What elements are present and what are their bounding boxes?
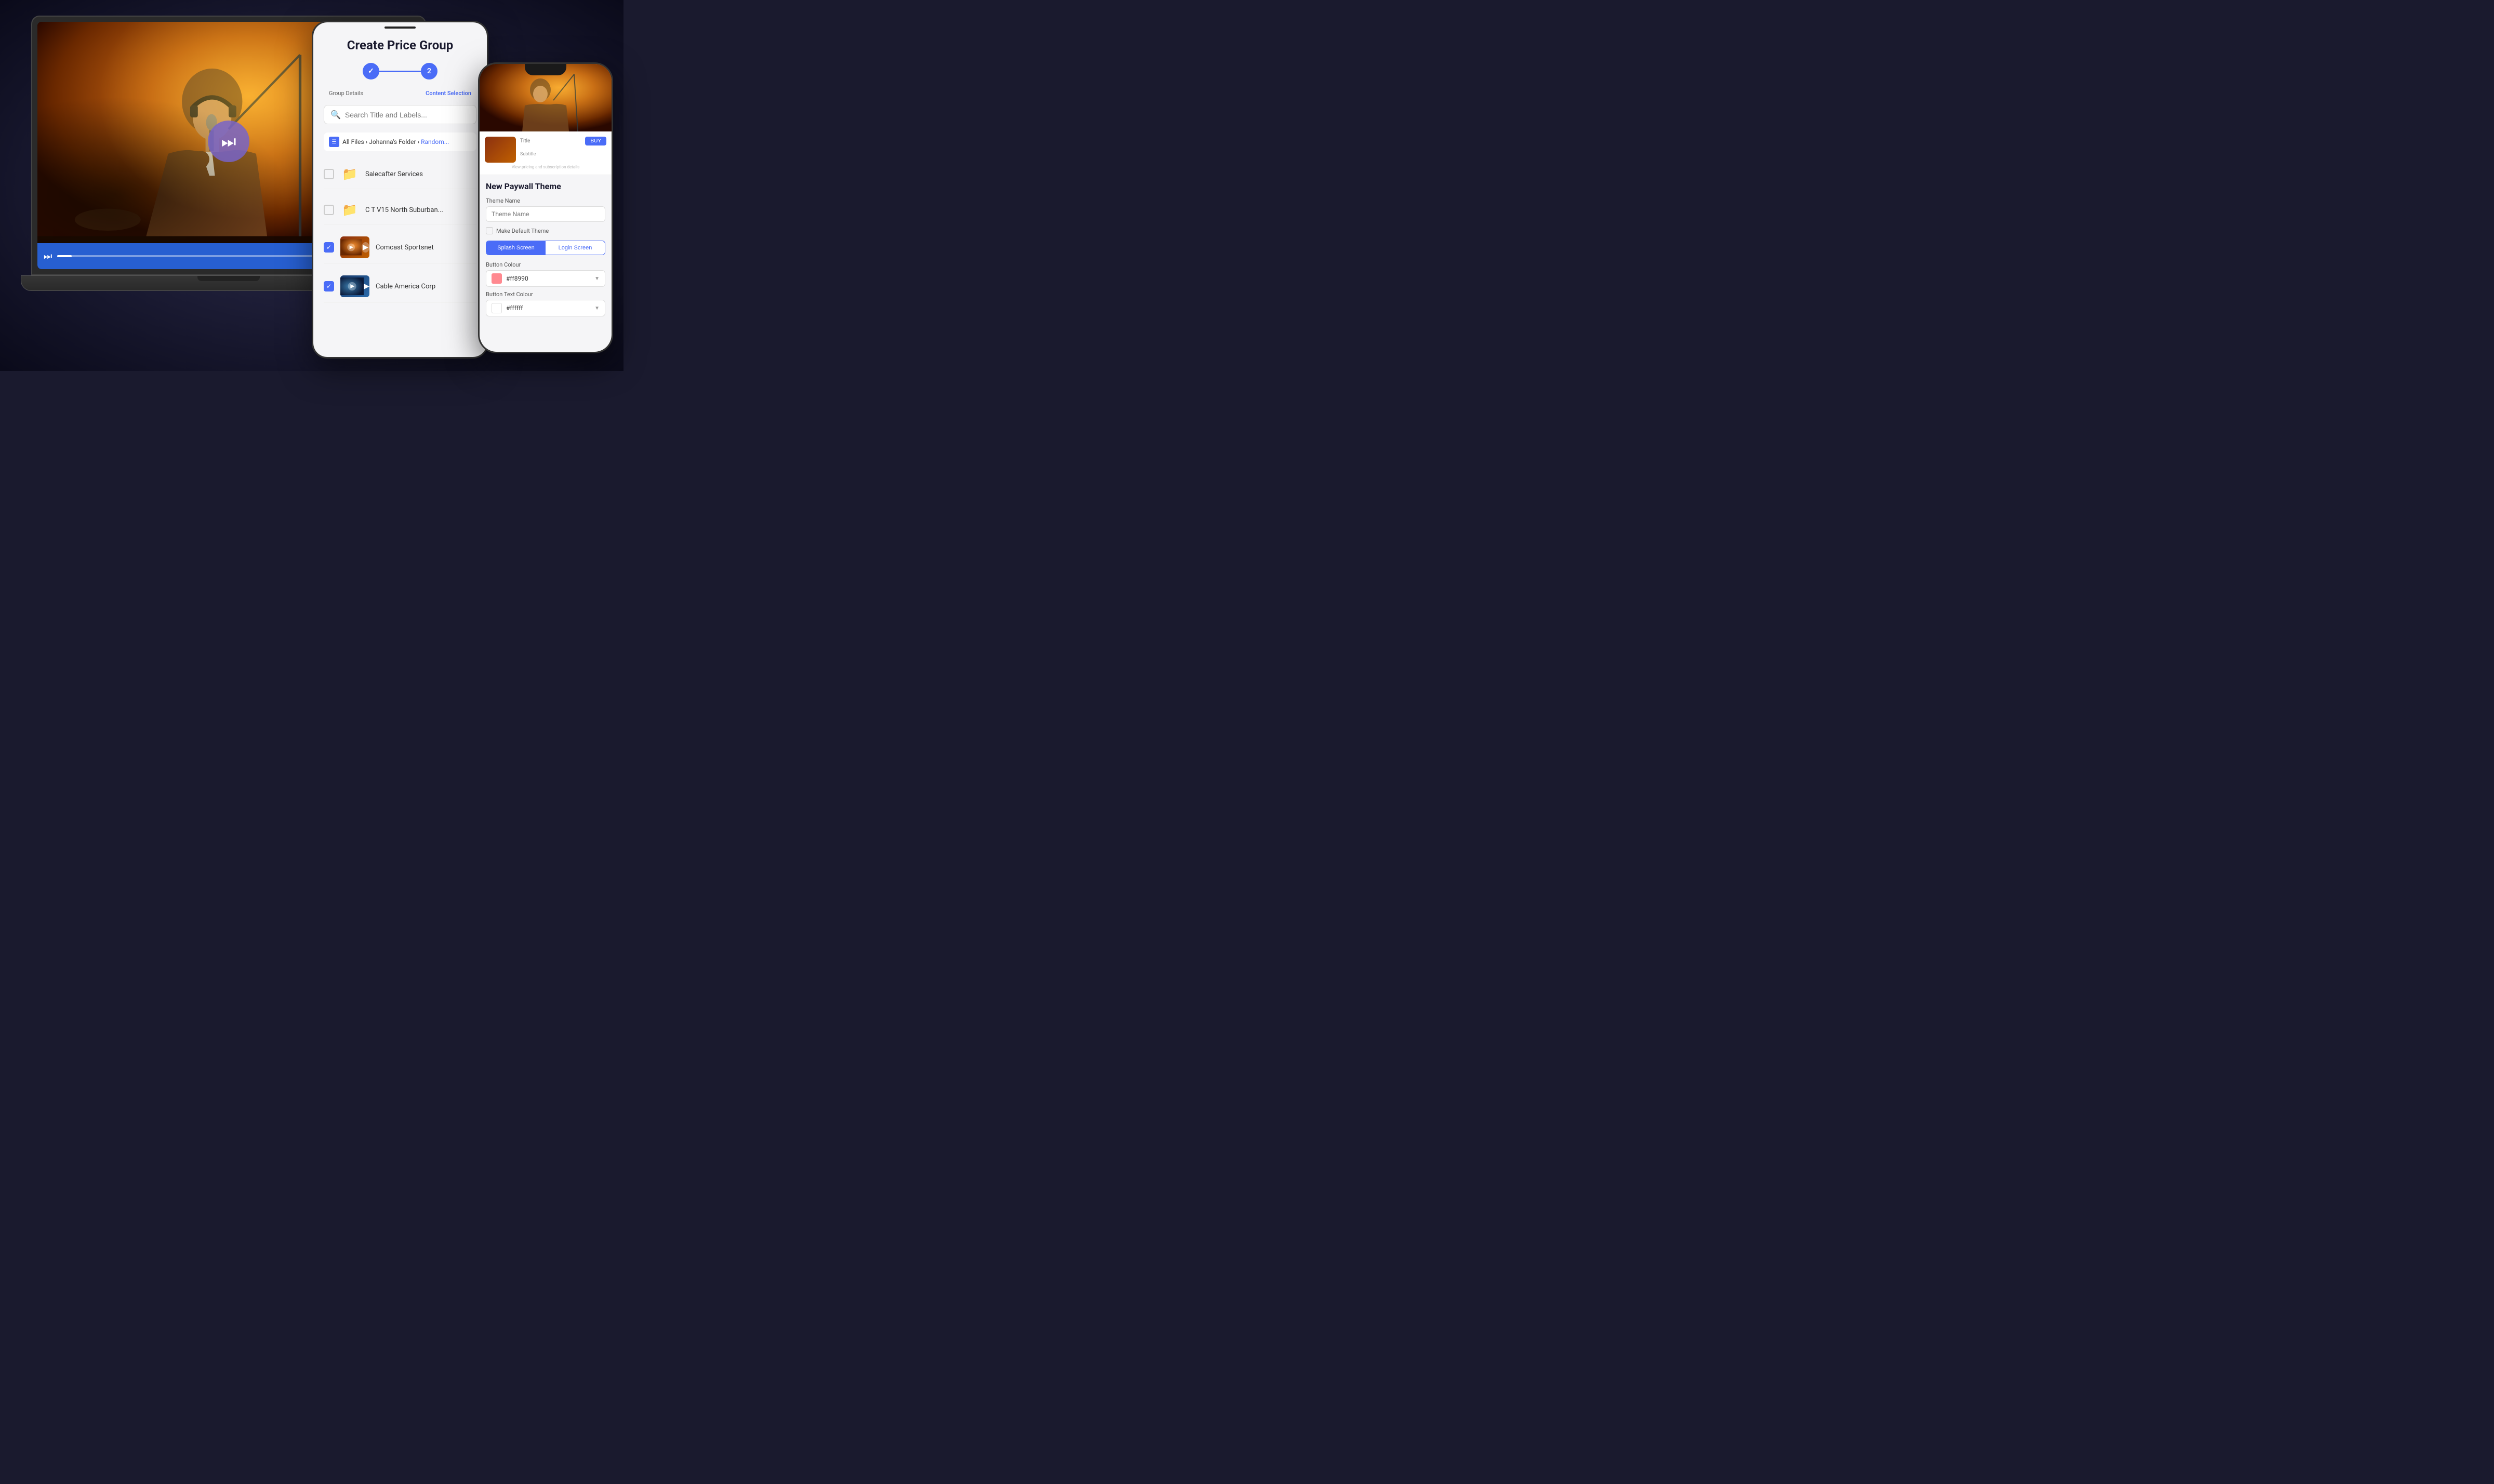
- phone-screen: Title BUY Subtitle View pricing and subs…: [480, 64, 612, 352]
- default-theme-checkbox[interactable]: [486, 227, 493, 234]
- button-colour-arrow: ▼: [594, 276, 600, 282]
- paywall-fine-print: View pricing and subscription details: [485, 165, 606, 169]
- paywall-buy-button[interactable]: BUY: [585, 137, 606, 145]
- phone-form: New Paywall Theme Theme Name Make Defaul…: [480, 175, 612, 327]
- file-list: 📁 Salecafter Services 📁 C T V15 North Su…: [324, 160, 476, 303]
- paywall-card-inner: Title BUY Subtitle: [485, 137, 606, 163]
- button-text-colour-swatch: [492, 303, 502, 313]
- paywall-title-label: Title: [520, 138, 530, 144]
- tab-buttons: Splash Screen Login Screen: [486, 241, 605, 255]
- search-icon: 🔍: [330, 110, 341, 120]
- tablet-title: Create Price Group: [324, 38, 476, 52]
- button-colour-value: #ff8990: [506, 275, 590, 282]
- file-checkbox-1[interactable]: [324, 169, 334, 179]
- tablet-camera: [384, 27, 416, 29]
- file-checkbox-3[interactable]: [324, 242, 334, 253]
- laptop-notch: [197, 276, 260, 281]
- button-text-colour-label: Button Text Colour: [486, 291, 605, 298]
- folder-icon-1: 📁: [340, 165, 359, 183]
- progress-fill: [57, 255, 72, 257]
- folder-icon-2: 📁: [340, 201, 359, 219]
- theme-name-label: Theme Name: [486, 197, 605, 204]
- steps-container: ✓ 2: [324, 63, 476, 80]
- file-name-2: C T V15 North Suburban...: [365, 206, 476, 214]
- theme-name-input[interactable]: [486, 206, 605, 222]
- search-bar[interactable]: 🔍: [324, 105, 476, 124]
- steps-labels: Group Details Content Selection: [324, 90, 476, 97]
- search-input[interactable]: [345, 111, 470, 119]
- phone-notch: [525, 64, 566, 75]
- phone: Title BUY Subtitle View pricing and subs…: [478, 62, 613, 353]
- file-thumb-4: [340, 275, 369, 297]
- paywall-subtitle: Subtitle: [520, 152, 536, 157]
- splash-screen-tab[interactable]: Splash Screen: [486, 241, 546, 255]
- tablet-screen: Create Price Group ✓ 2 Group Details Con…: [313, 22, 487, 357]
- paywall-card: Title BUY Subtitle View pricing and subs…: [480, 131, 612, 175]
- step-2-label: Content Selection: [426, 90, 471, 97]
- breadcrumb-text: All Files › Johanna's Folder › Random...: [342, 138, 449, 145]
- progress-bar[interactable]: [57, 255, 347, 257]
- next-button[interactable]: ⏭: [44, 251, 52, 262]
- button-text-colour-select[interactable]: #ffffff ▼: [486, 300, 605, 316]
- file-item-1[interactable]: 📁 Salecafter Services: [324, 160, 476, 189]
- paywall-thumb: [485, 137, 516, 163]
- paywall-title-row: Title BUY: [520, 137, 606, 145]
- breadcrumb: All Files › Johanna's Folder › Random...: [324, 132, 476, 151]
- tablet: Create Price Group ✓ 2 Group Details Con…: [312, 21, 488, 359]
- file-item-4[interactable]: Cable America Corp: [324, 270, 476, 303]
- step-2-circle: 2: [421, 63, 437, 80]
- step-1-label: Group Details: [329, 90, 363, 97]
- button-colour-label: Button Colour: [486, 261, 605, 268]
- button-colour-swatch: [492, 273, 502, 284]
- file-name-3: Comcast Sportsnet: [376, 244, 476, 251]
- breadcrumb-icon: [329, 137, 339, 147]
- scene: ⏭ 0:15 🔊 ⏪ ⋮ Create Price Group: [0, 0, 624, 371]
- file-name-4: Cable America Corp: [376, 283, 476, 290]
- file-item-2[interactable]: 📁 C T V15 North Suburban...: [324, 195, 476, 225]
- button-text-colour-arrow: ▼: [594, 306, 600, 311]
- tablet-content: Create Price Group ✓ 2 Group Details Con…: [313, 22, 487, 313]
- play-button[interactable]: [208, 121, 249, 162]
- phone-section-title: New Paywall Theme: [486, 181, 605, 191]
- file-checkbox-4[interactable]: [324, 281, 334, 292]
- login-screen-tab[interactable]: Login Screen: [546, 241, 605, 255]
- button-colour-select[interactable]: #ff8990 ▼: [486, 270, 605, 287]
- paywall-info: Title BUY Subtitle: [520, 137, 606, 157]
- default-theme-row[interactable]: Make Default Theme: [486, 227, 605, 234]
- step-1-circle: ✓: [363, 63, 379, 80]
- file-item-3[interactable]: Comcast Sportsnet: [324, 231, 476, 264]
- file-name-1: Salecafter Services: [365, 170, 476, 178]
- button-text-colour-value: #ffffff: [506, 304, 590, 312]
- file-checkbox-2[interactable]: [324, 205, 334, 215]
- step-line: [379, 71, 421, 72]
- file-thumb-3: [340, 236, 369, 258]
- default-theme-label: Make Default Theme: [496, 228, 549, 234]
